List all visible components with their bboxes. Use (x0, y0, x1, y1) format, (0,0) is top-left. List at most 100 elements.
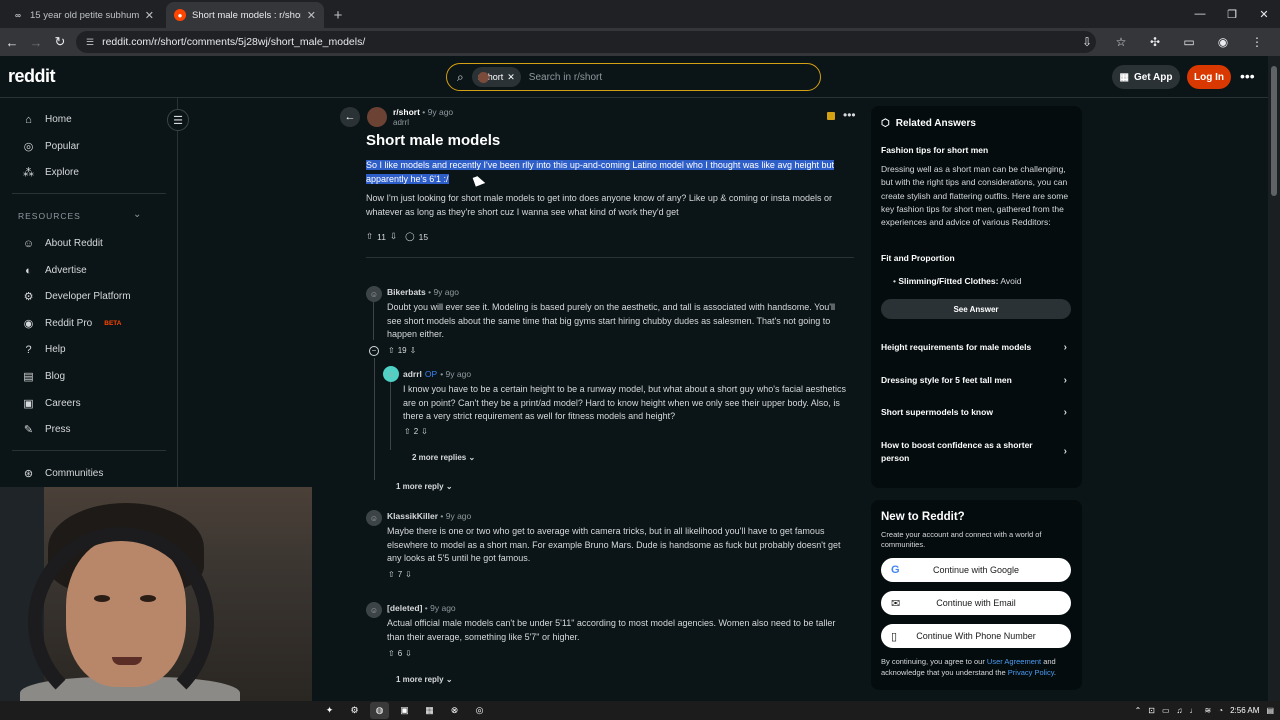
notifications-icon[interactable]: ▤ (1266, 706, 1274, 715)
sidebar-item-popular[interactable]: ◎ Popular (22, 140, 80, 153)
site-info-icon[interactable]: ☰ (86, 37, 94, 48)
privacy-policy-link[interactable]: Privacy Policy (1008, 668, 1054, 677)
more-replies-button[interactable]: 1 more reply ⌄ (396, 478, 453, 494)
chip-close-icon[interactable]: ✕ (507, 72, 515, 83)
sidepanel-icon[interactable]: ▭ (1172, 35, 1206, 49)
author-name[interactable]: KlassikKiller (387, 511, 438, 521)
battery-icon[interactable]: ▭ (1162, 706, 1170, 715)
user-agreement-link[interactable]: User Agreement (987, 657, 1041, 666)
obs-icon[interactable]: ◎ (470, 702, 489, 719)
sidebar-item-press[interactable]: ✎ Press (22, 423, 71, 436)
scrollbar-thumb[interactable] (1271, 66, 1277, 196)
related-link[interactable]: How to boost confidence as a shorter per… (881, 439, 1067, 465)
wifi-icon[interactable]: ≋ (1205, 706, 1212, 715)
sidebar-item-home[interactable]: ⌂ Home (22, 113, 72, 126)
avatar[interactable]: ☺ (383, 366, 399, 382)
post-score: 11 (377, 231, 386, 242)
related-link[interactable]: Short supermodels to know › (881, 406, 1077, 419)
collapse-sidebar-button[interactable]: ☰ (167, 109, 189, 131)
sidebar-item-about[interactable]: ☺ About Reddit (22, 237, 103, 250)
more-replies-button[interactable]: 2 more replies ⌄ (412, 449, 475, 465)
author-name[interactable]: [deleted] (387, 603, 422, 613)
author-name[interactable]: adrrl (403, 369, 422, 379)
bookmark-star-icon[interactable]: ☆ (1104, 35, 1138, 49)
back-button[interactable]: ← (340, 107, 360, 127)
search-bar[interactable]: ⌕ r/short ✕ (446, 63, 821, 91)
minimize-icon[interactable]: — (1184, 0, 1216, 28)
back-icon[interactable]: ← (0, 30, 24, 54)
xbox-icon[interactable]: ⊗ (445, 702, 464, 719)
resources-heading[interactable]: RESOURCES (18, 211, 81, 221)
upvote-icon[interactable]: ⇧ (388, 570, 395, 579)
discord-icon[interactable]: ▣ (395, 702, 414, 719)
page-scrollbar[interactable] (1268, 56, 1280, 702)
sidebar-item-pro[interactable]: ◉ Reddit Pro BETA (22, 317, 122, 330)
sidebar-item-careers[interactable]: ▣ Careers (22, 397, 80, 410)
close-icon[interactable]: ✕ (307, 9, 316, 22)
get-app-button[interactable]: ▦ Get App (1112, 65, 1180, 89)
subreddit-chip[interactable]: r/short ✕ (471, 67, 521, 87)
continue-google-button[interactable]: G Continue with Google (881, 558, 1071, 582)
author-name[interactable]: Bikerbats (387, 287, 426, 297)
downvote-icon[interactable]: ⇩ (390, 231, 397, 242)
chevron-down-icon[interactable]: ⌄ (133, 209, 141, 220)
speaker-icon[interactable]: ◔ (1218, 706, 1223, 715)
continue-phone-button[interactable]: ▯ Continue With Phone Number (881, 624, 1071, 648)
url-field[interactable]: ☰ reddit.com/r/short/comments/5j28wj/sho… (76, 31, 1096, 53)
browser-tab-active[interactable]: ● Short male models : r/short ✕ (166, 2, 324, 28)
sidebar-item-developer[interactable]: ⚙ Developer Platform (22, 290, 131, 303)
browser-tab[interactable]: ∞ 15 year old petite subhuman lo ✕ (4, 2, 162, 28)
related-link[interactable]: Dressing style for 5 feet tall men › (881, 374, 1077, 387)
downvote-icon[interactable]: ⇩ (405, 649, 412, 658)
collapse-thread-icon[interactable]: − (369, 346, 379, 356)
related-link[interactable]: Height requirements for male models › (881, 341, 1077, 354)
subreddit-avatar (477, 71, 489, 83)
subreddit-link[interactable]: r/short (393, 107, 420, 117)
comment-icon[interactable]: ◯ (405, 231, 415, 242)
steam-icon[interactable]: ⚙ (345, 702, 364, 719)
see-answer-button[interactable]: See Answer (881, 299, 1071, 319)
sidebar-item-help[interactable]: ? Help (22, 343, 65, 356)
volume-icon[interactable]: ♫ (1177, 706, 1183, 715)
close-window-icon[interactable]: ✕ (1248, 0, 1280, 28)
microphone-icon[interactable]: ♩ (1190, 706, 1198, 715)
chevron-up-icon[interactable]: ⌃ (1135, 706, 1142, 715)
sidebar-item-blog[interactable]: ▤ Blog (22, 370, 65, 383)
avatar[interactable]: ☺ (366, 602, 382, 618)
post-more-icon[interactable]: ••• (843, 108, 856, 122)
post-author[interactable]: adrrl (393, 118, 409, 127)
restore-icon[interactable]: ❐ (1216, 0, 1248, 28)
network-icon[interactable]: ⊡ (1148, 706, 1155, 715)
sidebar-item-advertise[interactable]: ◐ Advertise (22, 264, 87, 277)
upvote-icon[interactable]: ⇧ (388, 346, 395, 355)
sidebar-item-explore[interactable]: ⁂ Explore (22, 166, 79, 179)
new-tab-button[interactable]: + (324, 2, 352, 28)
upvote-icon[interactable]: ⇧ (388, 649, 395, 658)
more-replies-button[interactable]: 1 more reply ⌄ (396, 671, 453, 687)
clock[interactable]: 2:56 AM (1230, 706, 1259, 715)
search-input[interactable] (528, 71, 769, 83)
more-options-icon[interactable]: ••• (1240, 68, 1255, 84)
login-button[interactable]: Log In (1187, 65, 1231, 89)
avatar[interactable]: ☺ (366, 286, 382, 302)
close-icon[interactable]: ✕ (145, 9, 154, 22)
downvote-icon[interactable]: ⇩ (421, 427, 428, 436)
reddit-logo[interactable]: reddit (8, 66, 56, 87)
upvote-icon[interactable]: ⇧ (404, 427, 411, 436)
forward-icon[interactable]: → (24, 30, 48, 54)
sidebar-item-communities[interactable]: ⊛ Communities (22, 467, 103, 480)
profile-icon[interactable]: ◉ (1206, 35, 1240, 49)
avatar[interactable]: ☺ (366, 510, 382, 526)
extensions-icon[interactable]: ✣ (1138, 35, 1172, 49)
chrome-icon[interactable]: ◍ (370, 702, 389, 719)
install-icon[interactable]: ⇩ (1070, 35, 1104, 49)
menu-kebab-icon[interactable]: ⋮ (1240, 35, 1274, 49)
calculator-icon[interactable]: ▦ (420, 702, 439, 719)
continue-email-button[interactable]: ✉ Continue with Email (881, 591, 1071, 615)
widgets-icon[interactable]: ✦ (320, 702, 339, 719)
downvote-icon[interactable]: ⇩ (410, 346, 417, 355)
subreddit-avatar[interactable] (367, 107, 387, 127)
upvote-icon[interactable]: ⇧ (366, 231, 373, 242)
downvote-icon[interactable]: ⇩ (405, 570, 412, 579)
reload-icon[interactable]: ↻ (48, 30, 72, 54)
